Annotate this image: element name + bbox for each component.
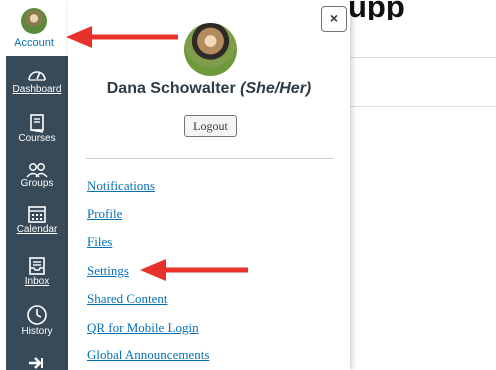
global-navigation: Account Dashboard Courses Groups Calenda… (0, 0, 68, 370)
link-notifications[interactable]: Notifications (87, 178, 155, 194)
nav-item-label: Calendar (16, 224, 58, 235)
tray-divider (86, 158, 334, 159)
nav-item-label: History (21, 326, 53, 337)
nav-item-label: Dashboard (12, 84, 62, 95)
nav-item-label: Inbox (24, 276, 50, 287)
link-settings[interactable]: Settings (87, 263, 129, 279)
link-profile[interactable]: Profile (87, 206, 122, 222)
nav-item-groups[interactable]: Groups (6, 162, 68, 190)
account-tray: × Dana Schowalter (She/Her) Logout Notif… (68, 0, 350, 370)
nav-item-label: Account (14, 37, 54, 49)
background-divider (350, 57, 496, 58)
annotation-arrow-account (66, 26, 178, 48)
nav-item-history[interactable]: History (6, 304, 68, 338)
link-shared-content[interactable]: Shared Content (87, 291, 168, 307)
link-files[interactable]: Files (87, 234, 112, 250)
profile-avatar (184, 23, 237, 76)
inbox-icon (29, 257, 45, 275)
user-name-text: Dana Schowalter (106, 80, 236, 97)
nav-item-label: Courses (18, 133, 56, 144)
history-icon (27, 305, 47, 325)
groups-icon (26, 163, 48, 178)
annotation-arrow-settings (140, 259, 248, 281)
calendar-icon (28, 206, 46, 223)
nav-item-calendar[interactable]: Calendar (6, 204, 68, 236)
user-pronouns: (She/Her) (240, 80, 312, 97)
dashboard-icon (28, 71, 46, 81)
close-button[interactable]: × (321, 6, 347, 32)
nav-collapse-button[interactable] (6, 356, 68, 370)
background-divider (350, 106, 496, 107)
logout-button[interactable]: Logout (184, 115, 237, 137)
nav-item-label: Groups (20, 178, 54, 189)
user-name: Dana Schowalter (She/Her) (68, 80, 350, 98)
nav-item-inbox[interactable]: Inbox (6, 256, 68, 288)
arrow-right-icon (29, 357, 43, 369)
nav-item-account[interactable]: Account (0, 8, 68, 49)
nav-item-dashboard[interactable]: Dashboard (6, 66, 68, 96)
nav-item-courses[interactable]: Courses (6, 113, 68, 145)
account-avatar (21, 8, 47, 34)
courses-icon (30, 114, 44, 133)
link-global-announcements[interactable]: Global Announcements (87, 347, 209, 363)
link-qr-mobile-login[interactable]: QR for Mobile Login (87, 320, 199, 336)
background-heading-right: upp (348, 0, 405, 20)
